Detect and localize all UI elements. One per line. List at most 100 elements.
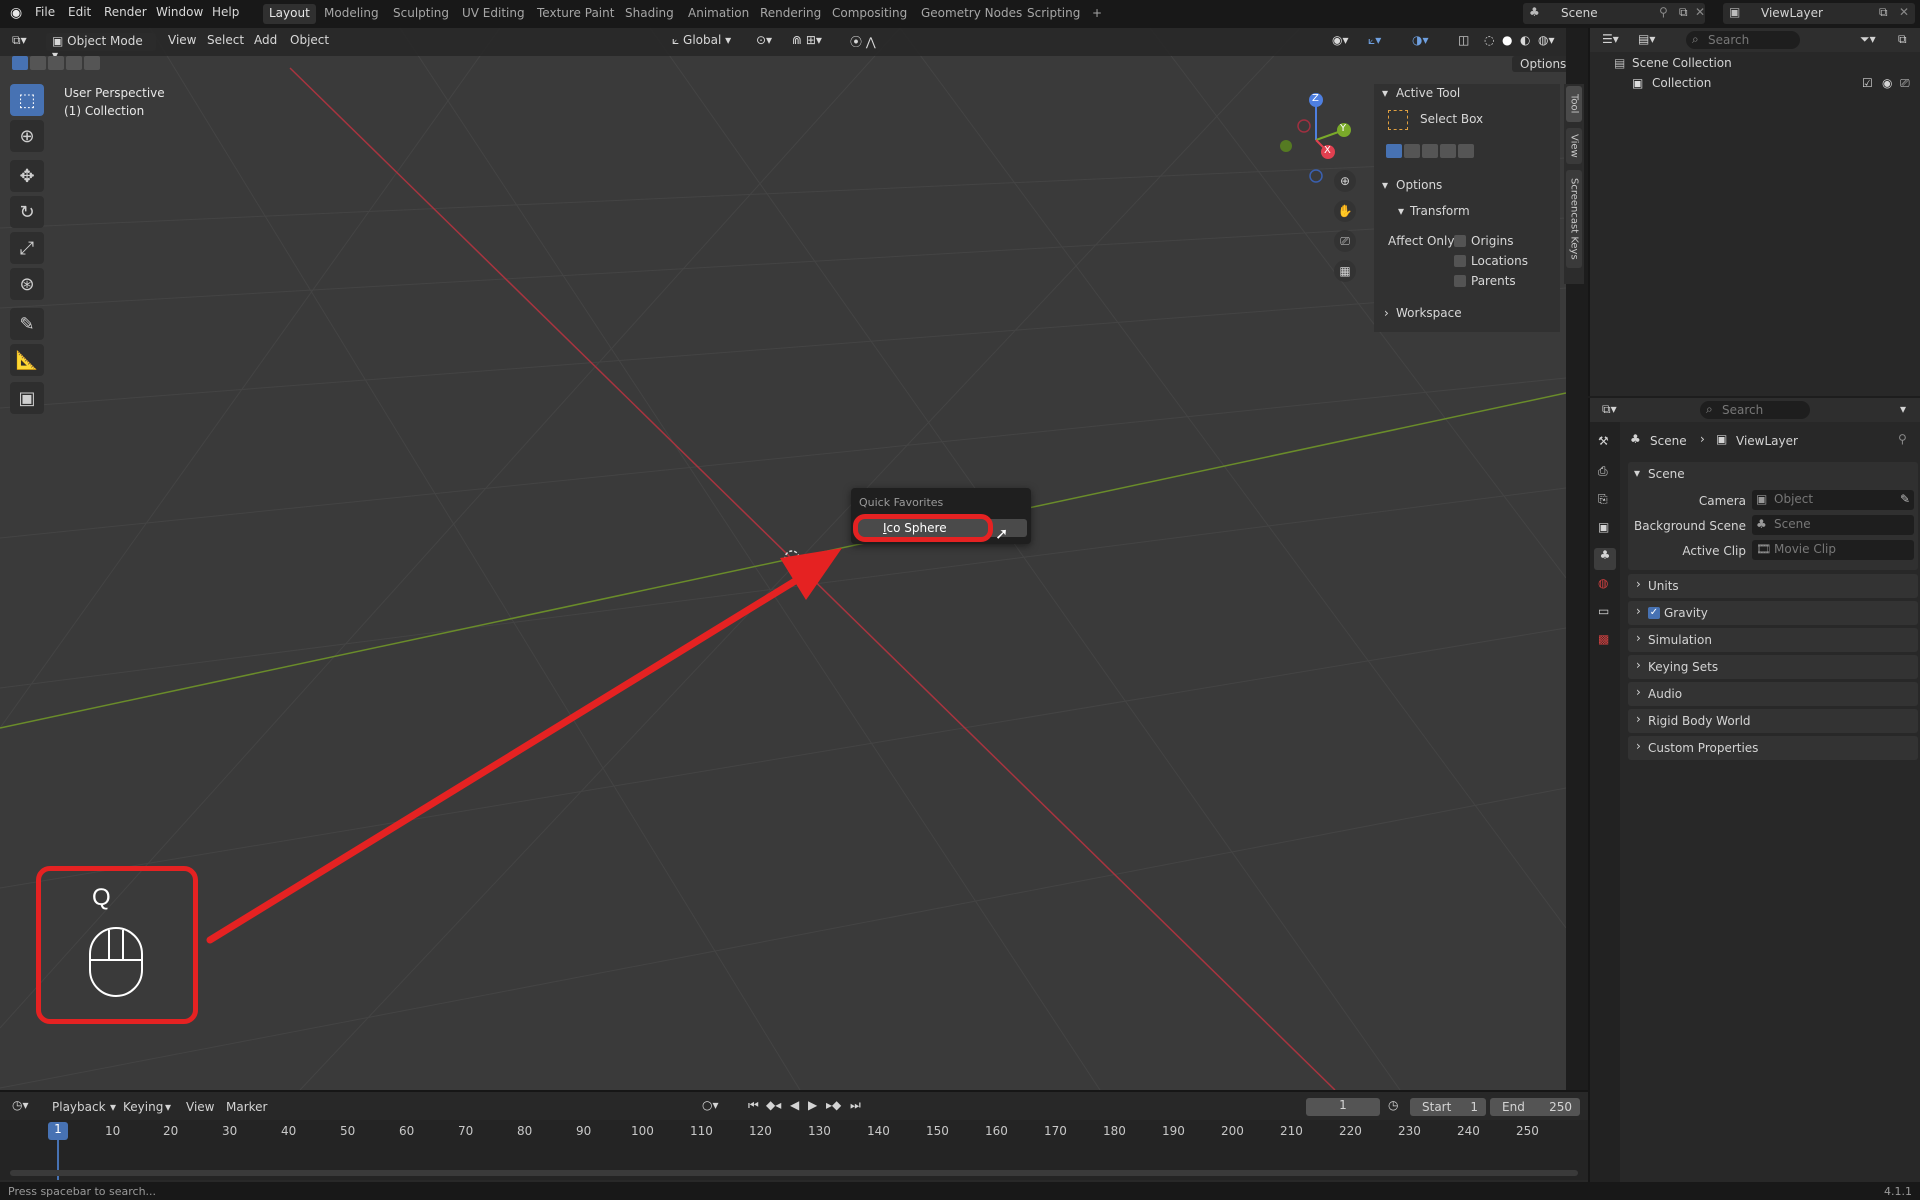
world-properties-icon[interactable]: ◍ [1598,576,1608,590]
frame-label: 10 [105,1124,121,1138]
scene-collection-label[interactable]: Scene Collection [1632,56,1732,70]
menu-playback[interactable]: Playback [52,1100,106,1114]
jump-end-icon[interactable]: ⏭ [850,1098,861,1113]
auto-keying-icon[interactable]: ○▾ [702,1098,719,1112]
frame-label: 220 [1339,1124,1362,1138]
camera-field[interactable]: ▣ Object ✎ [1752,490,1914,510]
current-frame-field[interactable]: 1 [1306,1098,1380,1116]
tool-settings-icon[interactable]: ⚒ [1598,434,1609,448]
frame-label: 130 [808,1124,831,1138]
version-label: 4.1.1 [1884,1185,1912,1198]
editor-type-icon[interactable]: ☰▾ [1602,32,1619,46]
editor-type-icon[interactable]: ⧉▾ [1602,402,1617,417]
keying-sets-label: Keying Sets [1648,660,1719,674]
camera-label: Camera [1698,494,1746,508]
next-keyframe-icon[interactable]: ▸◆ [826,1098,841,1112]
outliner-header: ☰▾ ▤▾ ⌕ Search ⏷▾ ⧉ [1590,28,1920,52]
frame-label: 150 [926,1124,949,1138]
tab-tool[interactable]: Tool [1566,86,1582,122]
end-frame-field[interactable]: End 250 [1490,1098,1580,1116]
frame-label: 100 [631,1124,654,1138]
gravity-panel[interactable]: › ✓ Gravity [1628,601,1918,625]
gravity-checkbox[interactable]: ✓ [1648,607,1660,619]
start-frame-field[interactable]: Start 1 [1410,1098,1486,1116]
frame-label: 200 [1221,1124,1244,1138]
custom-properties-label: Custom Properties [1648,741,1759,755]
rigid-body-world-panel[interactable]: › Rigid Body World [1628,709,1918,733]
editor-type-icon[interactable]: ◷▾ [12,1098,29,1112]
active-clip-label: Active Clip [1682,544,1746,558]
search-icon: ⌕ [1692,32,1699,46]
sidebar-tabs: Tool View Screencast Keys [1564,84,1584,284]
outliner: ☰▾ ▤▾ ⌕ Search ⏷▾ ⧉ ▤ Scene Collection ▣… [1588,28,1920,396]
pin-icon[interactable]: ⚲ [1898,432,1907,446]
key-indicator-label: Q [92,884,111,911]
rigid-body-world-label: Rigid Body World [1648,714,1751,728]
pin-icon[interactable]: ⚲ [1659,5,1668,19]
scene-panel-title[interactable]: Scene [1648,467,1685,481]
frame-label: 190 [1162,1124,1185,1138]
preview-range-icon[interactable]: ◷ [1388,1098,1398,1112]
audio-label: Audio [1648,687,1683,701]
play-reverse-icon[interactable]: ◀ [790,1098,799,1112]
scene-icon: ♣ [1630,432,1641,446]
tab-screencast-keys[interactable]: Screencast Keys [1566,170,1582,268]
gravity-label: Gravity [1664,606,1708,620]
scene-panel: ▾ Scene Camera ▣ Object ✎ Background Sce… [1628,462,1918,570]
timeline: ◷▾ Playback ▾ Keying ▾ View Marker ○▾ ⏮ … [0,1090,1588,1182]
new-collection-icon[interactable]: ⧉ [1898,32,1907,47]
status-hint: Press spacebar to search... [8,1185,157,1198]
outliner-search[interactable]: ⌕ Search [1686,31,1800,49]
chevron-down-icon: ▾ [165,1100,172,1114]
menu-view[interactable]: View [186,1100,214,1114]
new-view-layer-icon[interactable]: ⧉ [1879,5,1888,20]
simulation-panel[interactable]: › Simulation [1628,628,1918,652]
delete-view-layer-icon[interactable]: ✕ [1899,5,1909,19]
play-icon[interactable]: ▶ [808,1098,817,1112]
exclude-checkbox-icon[interactable]: ☑ [1862,76,1873,90]
units-label: Units [1648,579,1679,593]
collection-label[interactable]: Collection [1652,76,1711,90]
scene-properties-icon[interactable]: ♣ [1594,548,1616,570]
background-scene-field[interactable]: ♣ Scene [1752,515,1914,535]
view-layer-selector[interactable]: ▣ ViewLayer ⧉ ✕ [1723,3,1915,24]
frame-label: 170 [1044,1124,1067,1138]
playhead[interactable]: 1 [48,1122,68,1140]
texture-properties-icon[interactable]: ▩ [1598,632,1609,646]
view-layer-properties-icon[interactable]: ▣ [1598,520,1609,534]
custom-properties-panel[interactable]: › Custom Properties [1628,736,1918,760]
menu-keying[interactable]: Keying [123,1100,163,1114]
prev-keyframe-icon[interactable]: ◆◂ [766,1098,781,1112]
eye-icon[interactable]: ◉ [1882,76,1892,90]
camera-icon[interactable]: ⎚ [1900,76,1910,91]
delete-scene-icon[interactable]: ✕ [1695,5,1705,19]
frame-label: 140 [867,1124,890,1138]
breadcrumb-scene: Scene [1650,434,1687,448]
active-clip-field[interactable]: 🎞 Movie Clip [1752,540,1914,560]
keying-sets-panel[interactable]: › Keying Sets [1628,655,1918,679]
audio-panel[interactable]: › Audio [1628,682,1918,706]
jump-start-icon[interactable]: ⏮ [748,1098,759,1113]
chevron-down-icon[interactable]: ▾ [1900,402,1906,416]
display-mode-icon[interactable]: ▤▾ [1638,32,1655,46]
frame-label: 250 [1516,1124,1539,1138]
start-value: 1 [1470,1100,1478,1114]
filter-icon[interactable]: ⏷▾ [1860,32,1876,47]
tab-view[interactable]: View [1566,128,1582,164]
collapse-icon[interactable]: ▾ [1634,466,1640,480]
scrollbar[interactable] [10,1170,1578,1176]
render-properties-icon[interactable]: ⎙ [1598,464,1608,479]
playhead-frame: 1 [54,1122,62,1136]
units-panel[interactable]: › Units [1628,574,1918,598]
output-properties-icon[interactable]: ⎘ [1598,492,1608,507]
active-clip-placeholder: Movie Clip [1774,542,1836,556]
current-frame-value: 1 [1339,1098,1347,1112]
collection-properties-icon[interactable]: ▭ [1598,604,1609,618]
movie-clip-icon: 🎞 [1756,542,1772,556]
menu-marker[interactable]: Marker [226,1100,267,1114]
properties-search[interactable]: ⌕ Search [1700,401,1810,419]
new-scene-icon[interactable]: ⧉ [1679,5,1688,20]
eyedropper-icon[interactable]: ✎ [1900,492,1910,506]
end-value: 250 [1549,1100,1572,1114]
frame-label: 240 [1457,1124,1480,1138]
